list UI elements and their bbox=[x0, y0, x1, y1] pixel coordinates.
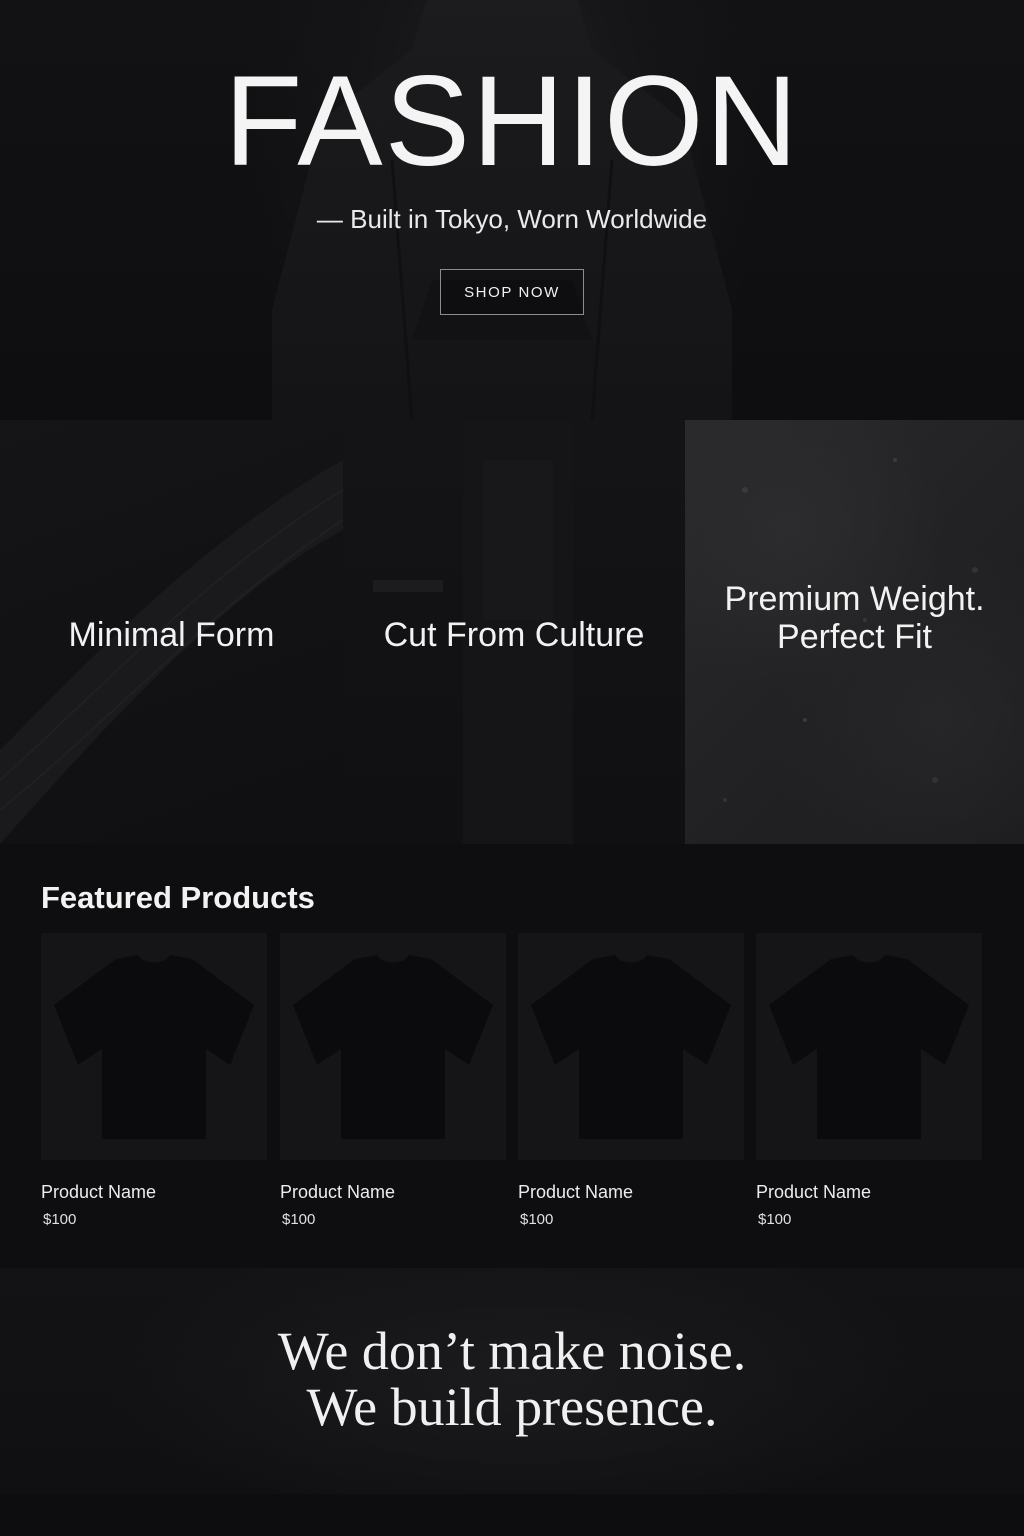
product-image[interactable] bbox=[518, 933, 744, 1160]
feature-label-line1: Premium Weight. bbox=[724, 580, 985, 618]
product-price: $100 bbox=[282, 1211, 316, 1228]
product-price: $100 bbox=[43, 1211, 77, 1228]
hero-subtitle: — Built in Tokyo, Worn Worldwide bbox=[316, 204, 708, 234]
product-price: $100 bbox=[758, 1211, 792, 1228]
tagline-line-2: We build presence. bbox=[306, 1377, 718, 1437]
feature-tile-premium-weight[interactable]: Premium Weight. Perfect Fit bbox=[685, 420, 1024, 844]
landing-page: FASHION — Built in Tokyo, Worn Worldwide… bbox=[0, 0, 1024, 1536]
product-name[interactable]: Product Name bbox=[41, 1182, 267, 1203]
product-card[interactable]: Product Name $100 bbox=[756, 933, 982, 1228]
tagline-line-1: We don’t make noise. bbox=[277, 1321, 747, 1381]
product-name[interactable]: Product Name bbox=[518, 1182, 744, 1203]
feature-label: Minimal Form bbox=[68, 616, 275, 654]
product-card[interactable]: Product Name $100 bbox=[280, 933, 506, 1228]
feature-tiles: Minimal Form Cut From Culture Premium We… bbox=[0, 420, 1024, 844]
tshirt-icon bbox=[531, 954, 731, 1139]
product-name[interactable]: Product Name bbox=[756, 1182, 982, 1203]
feature-label: Cut From Culture bbox=[383, 616, 645, 654]
tshirt-icon bbox=[54, 954, 254, 1139]
footer-strip bbox=[0, 1494, 1024, 1536]
feature-tile-cut-from-culture[interactable]: Cut From Culture bbox=[343, 420, 685, 844]
tshirt-icon bbox=[293, 954, 493, 1139]
featured-products-title: Featured Products bbox=[41, 880, 315, 915]
product-name[interactable]: Product Name bbox=[280, 1182, 506, 1203]
product-card[interactable]: Product Name $100 bbox=[518, 933, 744, 1228]
product-price: $100 bbox=[520, 1211, 554, 1228]
hero-title: FASHION bbox=[224, 50, 800, 193]
product-card[interactable]: Product Name $100 bbox=[41, 933, 267, 1228]
feature-label: Premium Weight. Perfect Fit bbox=[724, 580, 984, 656]
tshirt-icon bbox=[769, 954, 969, 1139]
hero-section: FASHION — Built in Tokyo, Worn Worldwide… bbox=[0, 0, 1024, 420]
product-image[interactable] bbox=[280, 933, 506, 1160]
product-image[interactable] bbox=[756, 933, 982, 1160]
brand-tagline-section: We don’t make noise. We build presence. bbox=[0, 1268, 1024, 1494]
product-image[interactable] bbox=[41, 933, 267, 1160]
featured-products-section: Featured Products Product Name $100 Prod… bbox=[0, 844, 1024, 1268]
shop-now-button[interactable]: SHOP NOW bbox=[440, 269, 584, 315]
feature-label-line2: Perfect Fit bbox=[777, 618, 932, 656]
feature-tile-minimal-form[interactable]: Minimal Form bbox=[0, 420, 343, 844]
